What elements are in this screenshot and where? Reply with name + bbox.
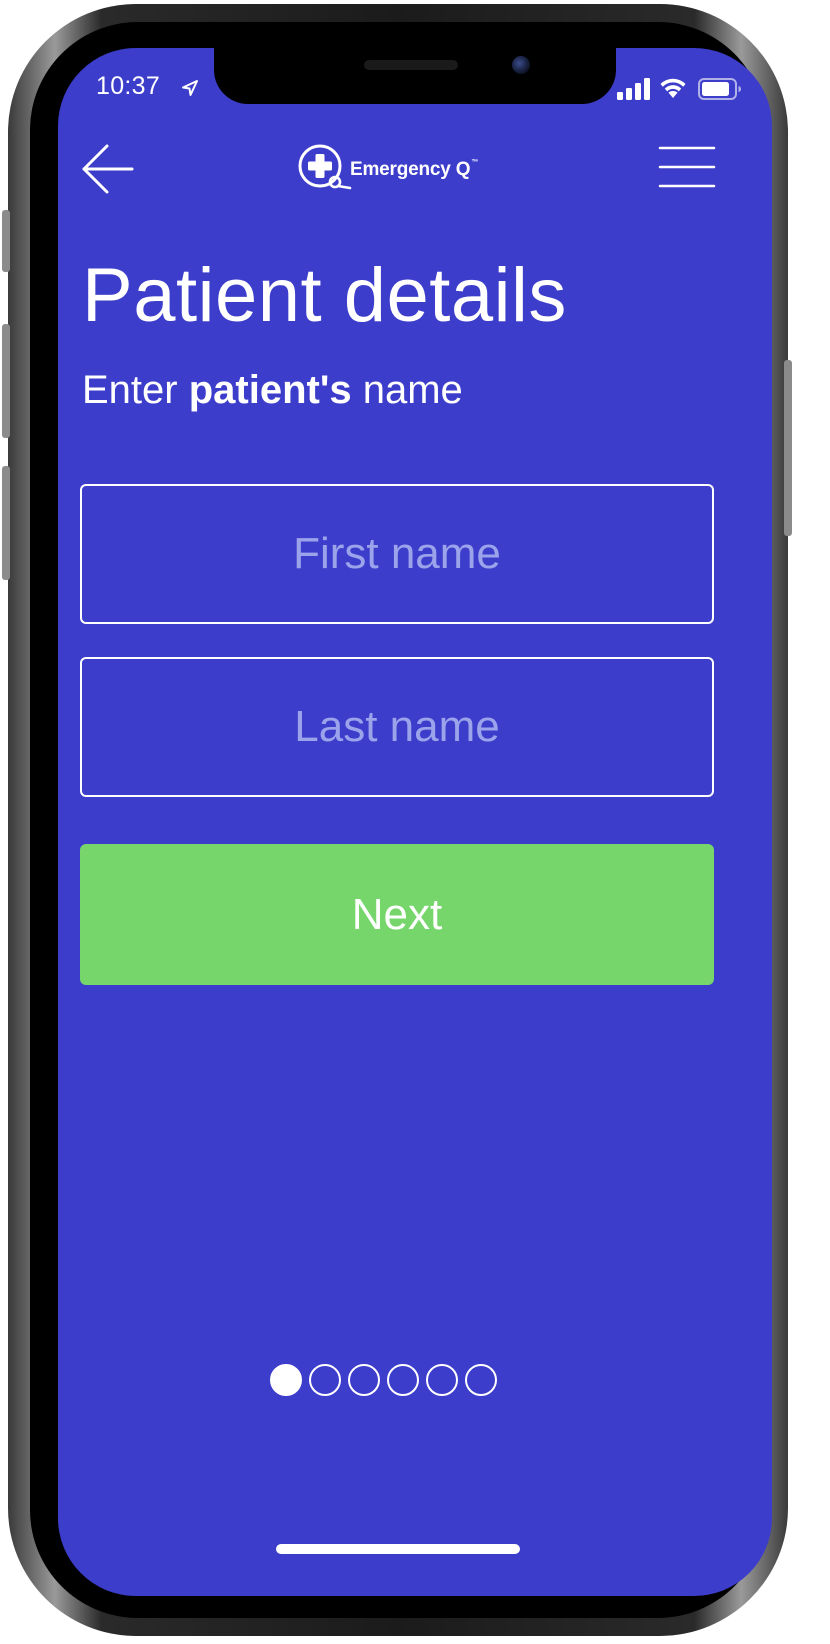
page-title: Patient details — [82, 253, 567, 338]
earpiece-speaker — [364, 60, 458, 70]
page-subtitle: Enter patient's name — [82, 370, 463, 410]
cellular-signal-icon — [617, 78, 650, 100]
pager-dot-3 — [348, 1364, 380, 1396]
pager-dot-6 — [465, 1364, 497, 1396]
volume-down-button — [2, 466, 10, 580]
hamburger-menu-icon[interactable] — [658, 144, 716, 190]
step-pager — [270, 1364, 497, 1396]
logo-trademark: ™ — [471, 158, 479, 166]
medical-cross-q-icon — [298, 144, 352, 190]
subtitle-suffix: name — [362, 368, 463, 412]
last-name-input[interactable] — [80, 657, 714, 797]
back-arrow-icon[interactable] — [80, 143, 136, 195]
silent-switch — [2, 210, 10, 272]
app-screen: 10:37 Emergency Q ™ Patient details Ente… — [58, 48, 772, 1596]
location-arrow-icon — [182, 80, 198, 96]
pager-dot-2 — [309, 1364, 341, 1396]
volume-up-button — [2, 324, 10, 438]
power-button — [784, 360, 792, 536]
wifi-icon — [660, 78, 686, 98]
logo-text: Emergency Q — [350, 159, 471, 180]
notch — [214, 48, 616, 104]
app-logo: Emergency Q ™ — [298, 142, 478, 194]
front-camera — [512, 56, 530, 74]
first-name-input[interactable] — [80, 484, 714, 624]
subtitle-prefix: Enter — [82, 368, 178, 412]
pager-dot-1 — [270, 1364, 302, 1396]
status-time: 10:37 — [96, 72, 161, 100]
pager-dot-5 — [426, 1364, 458, 1396]
subtitle-bold: patient's — [188, 368, 352, 412]
next-button[interactable]: Next — [80, 844, 714, 985]
home-indicator[interactable] — [276, 1544, 520, 1554]
battery-icon — [698, 78, 741, 100]
pager-dot-4 — [387, 1364, 419, 1396]
